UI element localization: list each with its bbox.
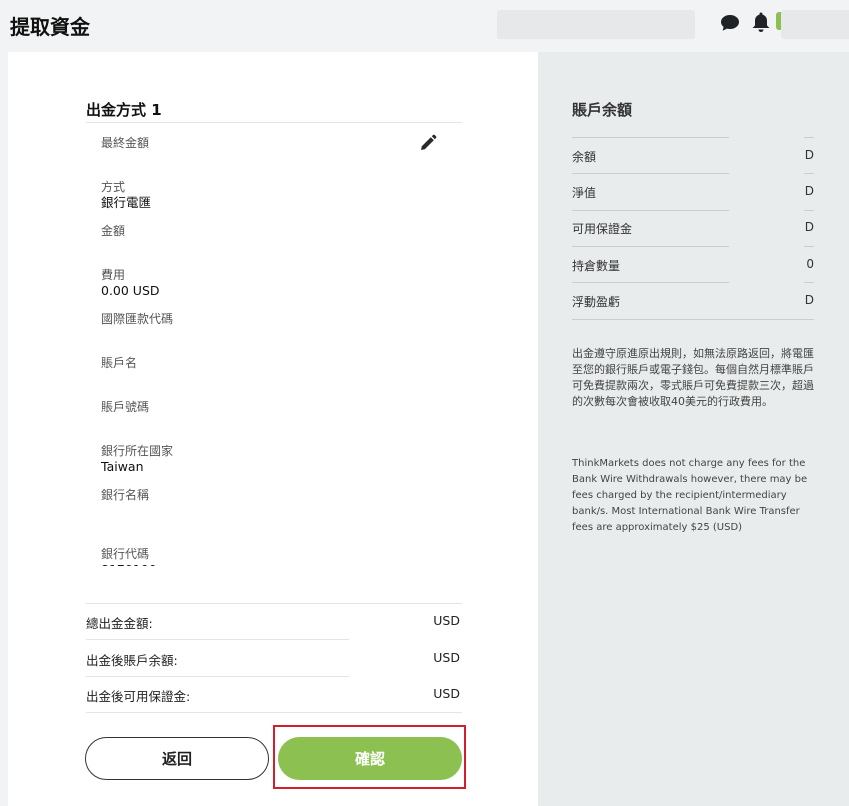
field-label: 費用 <box>101 268 126 282</box>
divider <box>804 137 814 138</box>
withdrawal-details-list[interactable]: 最終金額 方式 銀行電匯 金額 費用 0.00 USD 國際匯款代碼 賬戶名 賬… <box>86 124 462 566</box>
field-label: 最終金額 <box>101 136 150 150</box>
back-button[interactable]: 返回 <box>85 737 269 780</box>
field-label: 國際匯款代碼 <box>101 312 174 326</box>
account-name-field: 賬戶名 <box>101 355 441 371</box>
bell-icon[interactable] <box>751 11 771 33</box>
bank-wire-fees-note: ThinkMarkets does not charge any fees fo… <box>572 458 808 533</box>
account-balance-panel <box>538 52 849 806</box>
free-margin-label: 可用保證金 <box>572 222 633 236</box>
field-value: 銀行電匯 <box>101 195 152 210</box>
final-amount-field: 最終金額 <box>101 135 441 151</box>
equity-value: D <box>804 184 814 198</box>
divider <box>572 319 814 320</box>
bank-name-field: 銀行名稱 <box>101 487 441 503</box>
field-label: 方式 <box>101 180 126 194</box>
page-title: 提取資金 <box>10 15 90 39</box>
chat-icon[interactable] <box>720 14 740 32</box>
balance-value: D <box>804 148 814 162</box>
total-withdrawal-value: USD <box>433 613 460 628</box>
free-margin-value: D <box>804 220 814 234</box>
margin-after-value: USD <box>433 686 460 701</box>
divider <box>804 282 814 283</box>
field-label: 銀行名稱 <box>101 488 150 502</box>
open-positions-value: 0 <box>806 257 814 271</box>
divider <box>572 246 729 247</box>
divider <box>86 712 462 713</box>
floating-pnl-value: D <box>804 293 814 307</box>
method-field: 方式 銀行電匯 <box>101 179 441 211</box>
confirm-button[interactable]: 確認 <box>278 737 462 780</box>
field-label: 賬戶號碼 <box>101 400 150 414</box>
divider <box>86 676 349 677</box>
amount-field: 金額 <box>101 223 441 239</box>
field-value: Taiwan <box>101 459 144 474</box>
margin-after-label: 出金後可用保證金: <box>86 689 191 704</box>
withdrawal-method-title: 出金方式 1 <box>86 101 162 119</box>
field-label: 銀行代碼 <box>101 547 150 561</box>
divider <box>572 173 729 174</box>
field-value: 8170100 <box>101 562 441 566</box>
top-bar: 提取資金 <box>0 0 849 50</box>
field-label: 銀行所在國家 <box>101 444 174 458</box>
floating-pnl-label: 浮動盈虧 <box>572 295 621 309</box>
bank-code-field: 銀行代碼 8170100 <box>101 546 441 566</box>
field-label: 賬戶名 <box>101 356 138 370</box>
divider <box>804 173 814 174</box>
balance-after-label: 出金後賬戶余額: <box>86 653 178 668</box>
equity-label: 淨值 <box>572 186 597 200</box>
swift-code-field: 國際匯款代碼 <box>101 311 441 327</box>
divider <box>86 122 462 123</box>
divider <box>572 282 729 283</box>
balance-label: 余額 <box>572 150 597 164</box>
divider <box>86 603 462 604</box>
divider <box>86 639 349 640</box>
balance-after-value: USD <box>433 650 460 665</box>
field-value: 0.00 USD <box>101 283 160 298</box>
open-positions-label: 持倉數量 <box>572 259 621 273</box>
divider <box>804 210 814 211</box>
withdrawal-rules-note: 出金遵守原進原出規則，如無法原路返回，將電匯至您的銀行賬戶或電子錢包。每個自然月… <box>572 347 814 408</box>
bank-country-field: 銀行所在國家 Taiwan <box>101 443 441 475</box>
search-input[interactable] <box>497 10 695 39</box>
user-menu[interactable] <box>781 10 849 39</box>
balance-title: 賬戶余額 <box>572 101 633 119</box>
account-number-field: 賬戶號碼 <box>101 399 441 415</box>
divider <box>804 246 814 247</box>
divider <box>572 210 729 211</box>
fee-field: 費用 0.00 USD <box>101 267 441 299</box>
divider <box>572 137 729 138</box>
field-label: 金額 <box>101 224 126 238</box>
total-withdrawal-label: 總出金金額: <box>86 616 153 631</box>
